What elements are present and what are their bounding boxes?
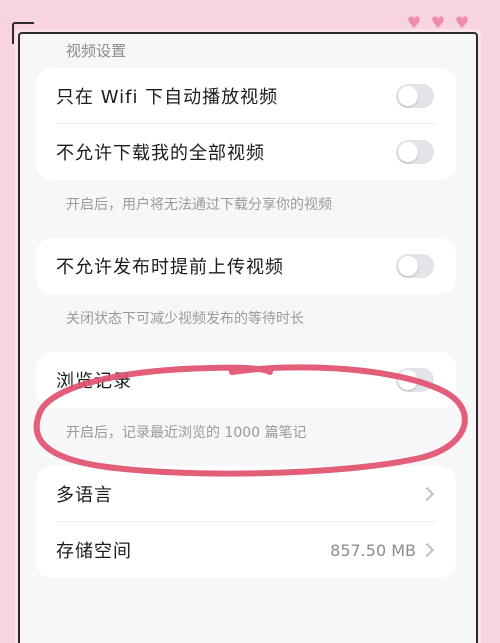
setting-label: 只在 Wifi 下自动播放视频	[56, 86, 279, 108]
heart-icon: ♥	[454, 13, 470, 32]
toggle-knob	[398, 370, 418, 390]
hint-upload: 关闭状态下可减少视频发布的等待时长	[66, 311, 304, 327]
setting-label: 多语言	[56, 484, 113, 506]
settings-card-upload: 不允许发布时提前上传视频	[36, 238, 456, 294]
toggle-knob	[398, 256, 418, 276]
setting-row-disallow-download[interactable]: 不允许下载我的全部视频	[56, 124, 436, 180]
hint-history: 开启后，记录最近浏览的 1000 篇笔记	[66, 425, 307, 441]
toggle-knob	[398, 142, 418, 162]
setting-label: 不允许下载我的全部视频	[56, 143, 265, 164]
chevron-right-icon	[419, 542, 435, 558]
toggle-knob	[398, 85, 418, 106]
browse-history-toggle[interactable]	[396, 368, 434, 392]
setting-label: 浏览记录	[56, 371, 132, 392]
hint-download: 开启后，用户将无法通过下载分享你的视频	[66, 197, 332, 213]
chevron-right-icon	[419, 486, 435, 501]
setting-row-storage[interactable]: 存储空间 857.50 MB	[56, 522, 436, 578]
heart-icon: ♥	[430, 13, 446, 32]
settings-card-history: 浏览记录	[36, 352, 456, 408]
pre-upload-toggle[interactable]	[396, 254, 434, 278]
disallow-download-toggle[interactable]	[396, 140, 434, 164]
row-right	[416, 486, 436, 501]
setting-row-wifi-autoplay[interactable]: 只在 Wifi 下自动播放视频	[56, 68, 436, 124]
setting-label: 不允许发布时提前上传视频	[56, 257, 284, 278]
setting-row-language[interactable]: 多语言	[56, 466, 436, 522]
settings-card-video: 只在 Wifi 下自动播放视频 不允许下载我的全部视频	[36, 68, 456, 180]
setting-row-pre-upload[interactable]: 不允许发布时提前上传视频	[56, 238, 436, 294]
wifi-autoplay-toggle[interactable]	[396, 83, 434, 108]
hearts-decoration: ♥ ♥ ♥	[406, 13, 470, 32]
setting-label: 存储空间	[56, 541, 132, 562]
setting-row-browse-history[interactable]: 浏览记录	[56, 352, 436, 408]
section-title: 视频设置	[66, 42, 127, 60]
row-right: 857.50 MB	[330, 541, 436, 560]
heart-icon: ♥	[406, 13, 422, 32]
settings-card-general: 多语言 存储空间 857.50 MB	[36, 466, 456, 578]
settings-content: 视频设置 只在 Wifi 下自动播放视频 不允许下载我的全部视频 开启后，用户将…	[30, 40, 462, 578]
storage-value: 857.50 MB	[330, 540, 416, 560]
